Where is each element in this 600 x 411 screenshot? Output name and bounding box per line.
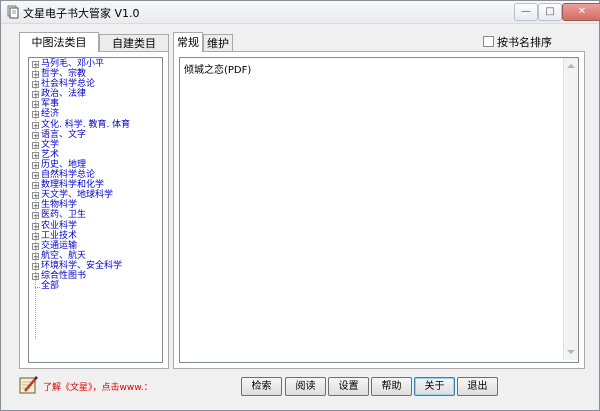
promo-link[interactable]: 了解《文星》，点击www.：: [43, 380, 153, 393]
exit-button[interactable]: 退出: [457, 377, 498, 396]
notepad-pen-icon: [19, 376, 38, 394]
settings-button[interactable]: 设置: [328, 377, 369, 396]
sort-by-title-label[interactable]: 按书名排序: [497, 34, 552, 50]
tree-item-label[interactable]: 全部: [41, 281, 59, 291]
expand-plus-icon[interactable]: +: [32, 172, 39, 180]
tree-item-label[interactable]: 语言、文字: [41, 130, 86, 140]
tree-item-label[interactable]: 自然科学总论: [41, 170, 95, 180]
scroll-up-arrow-icon[interactable]: [567, 64, 575, 68]
tab-custom-categories[interactable]: 自建类目: [99, 34, 169, 52]
tree-branch-line: [35, 287, 40, 289]
tree-item-label[interactable]: 医药、卫生: [41, 210, 86, 220]
expand-plus-icon[interactable]: +: [32, 61, 39, 69]
tree-item-label[interactable]: 马列毛、邓小平: [41, 59, 104, 69]
expand-plus-icon[interactable]: +: [32, 141, 39, 149]
maximize-button[interactable]: □: [538, 3, 562, 21]
expand-plus-icon[interactable]: +: [32, 192, 39, 200]
help-button[interactable]: 帮助: [371, 377, 412, 396]
expand-plus-icon[interactable]: +: [32, 151, 39, 159]
tree-item-label[interactable]: 经济: [41, 109, 59, 119]
expand-plus-icon[interactable]: +: [32, 262, 39, 270]
close-button[interactable]: ✕: [562, 3, 600, 21]
tree-item-label[interactable]: 农业科学: [41, 221, 77, 231]
expand-plus-icon[interactable]: +: [32, 202, 39, 210]
tree-item-label[interactable]: 航空、航天: [41, 251, 86, 261]
tree-item-label[interactable]: 艺术: [41, 150, 59, 160]
app-window: 文星电子书大管家 V1.0 — □ ✕ 中图法类目 自建类目 + 马列毛、邓小平 +…: [0, 0, 600, 411]
book-entry[interactable]: 倾城之恋(PDF): [184, 61, 251, 76]
tree-item-label[interactable]: 数理科学和化学: [41, 180, 104, 190]
category-tree[interactable]: + 马列毛、邓小平 + 哲学、宗教 + 社会科学总论 + 政治、法律 + 军事 + 经济 + 文化. 科学…: [28, 57, 163, 363]
window-title: 文星电子书大管家 V1.0: [23, 7, 140, 20]
expand-plus-icon[interactable]: +: [32, 121, 39, 129]
expand-plus-icon[interactable]: +: [32, 222, 39, 230]
tree-item-label[interactable]: 文化. 科学. 教育. 体育: [41, 120, 130, 130]
expand-plus-icon[interactable]: +: [32, 101, 39, 109]
read-button[interactable]: 阅读: [285, 377, 326, 396]
tab-general[interactable]: 常规: [173, 32, 203, 52]
about-button[interactable]: 关于: [414, 377, 455, 396]
tree-item-label[interactable]: 哲学、宗教: [41, 69, 86, 79]
expand-plus-icon[interactable]: +: [32, 232, 39, 240]
tree-item-label[interactable]: 环境科学、安全科学: [41, 261, 122, 271]
expand-plus-icon[interactable]: +: [32, 161, 39, 169]
tab-chinese-classification[interactable]: 中图法类目: [19, 32, 99, 52]
tree-item-label[interactable]: 军事: [41, 99, 59, 109]
expand-plus-icon[interactable]: +: [32, 111, 39, 119]
tab-maintenance[interactable]: 维护: [203, 34, 233, 52]
tree-item-label[interactable]: 政治、法律: [41, 89, 86, 99]
scroll-down-arrow-icon[interactable]: [567, 350, 575, 354]
expand-plus-icon[interactable]: +: [32, 91, 39, 99]
tree-item-label[interactable]: 历史、地理: [41, 160, 86, 170]
search-button[interactable]: 检索: [241, 377, 282, 396]
tree-item-label[interactable]: 生物科学: [41, 200, 77, 210]
expand-plus-icon[interactable]: +: [32, 212, 39, 220]
book-list[interactable]: 倾城之恋(PDF): [179, 57, 579, 363]
vertical-scrollbar[interactable]: [563, 58, 578, 360]
tree-item-label[interactable]: 文学: [41, 140, 59, 150]
tree-item-label[interactable]: 工业技术: [41, 231, 77, 241]
tree-item-label[interactable]: 天文学、地球科学: [41, 190, 113, 200]
expand-plus-icon[interactable]: +: [32, 131, 39, 139]
minimize-button[interactable]: —: [514, 3, 538, 21]
sort-by-title-checkbox[interactable]: [483, 36, 494, 47]
expand-plus-icon[interactable]: +: [32, 242, 39, 250]
expand-plus-icon[interactable]: +: [32, 81, 39, 89]
tree-item-label[interactable]: 综合性图书: [41, 271, 86, 281]
app-icon: [7, 5, 19, 19]
expand-plus-icon[interactable]: +: [32, 252, 39, 260]
tree-item[interactable]: 全部: [29, 281, 162, 292]
expand-plus-icon[interactable]: +: [32, 71, 39, 79]
expand-plus-icon[interactable]: +: [32, 182, 39, 190]
title-bar: 文星电子书大管家 V1.0 — □ ✕: [1, 1, 600, 24]
tree-item-label[interactable]: 交通运输: [41, 241, 77, 251]
expand-plus-icon[interactable]: +: [32, 272, 39, 280]
tree-item-label[interactable]: 社会科学总论: [41, 79, 95, 89]
